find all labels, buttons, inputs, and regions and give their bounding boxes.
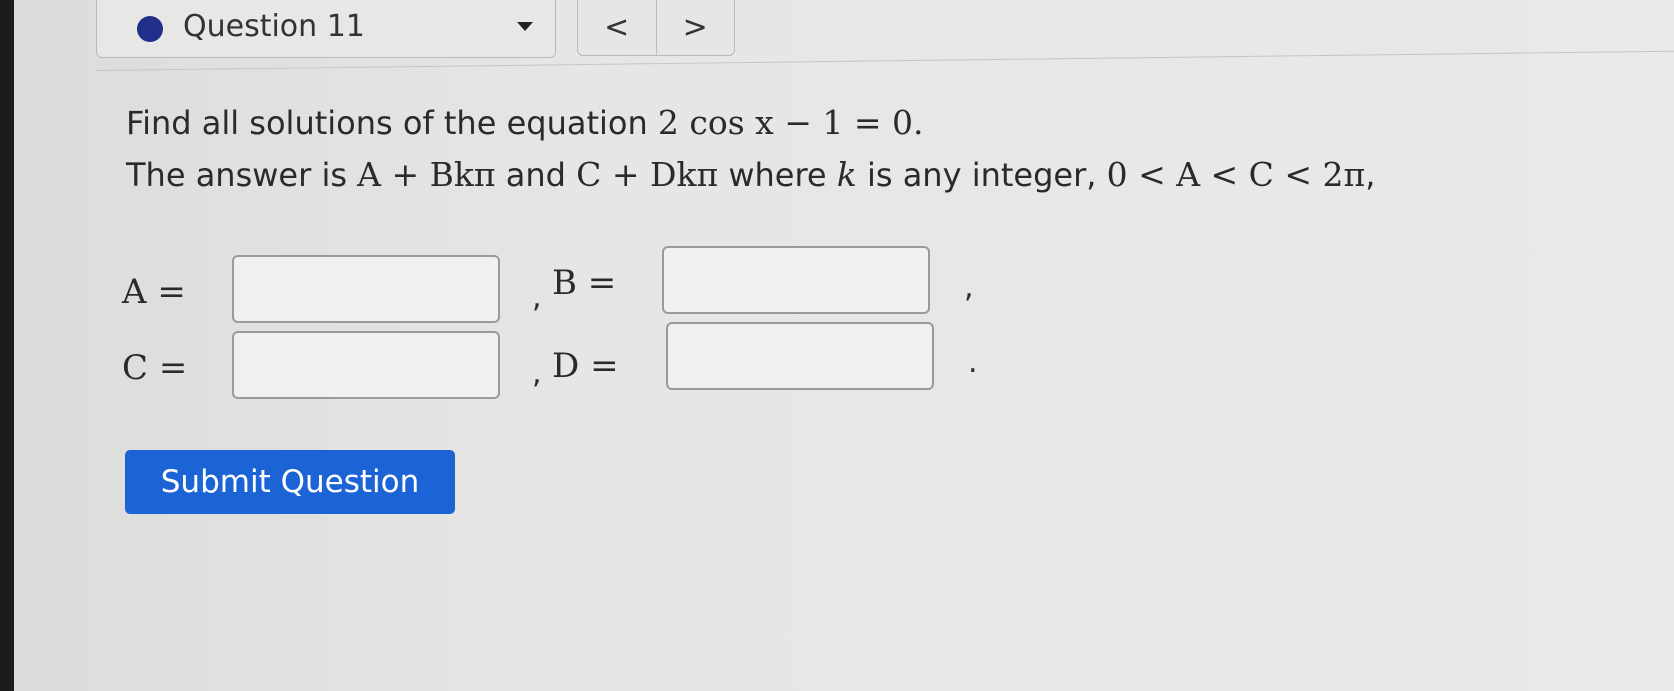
solution-form-c: C + Dkπ <box>576 155 719 194</box>
answer-a-input[interactable] <box>232 255 500 323</box>
answer-d-label: D = <box>552 346 619 386</box>
answer-c-label: C = <box>122 348 188 388</box>
prompt-line-2: The answer is A + Bkπ and C + Dkπ where … <box>126 155 1375 194</box>
question-label: Question 11 <box>183 9 365 44</box>
chevron-right-icon: > <box>682 9 708 45</box>
prompt-text: where <box>718 156 837 194</box>
prompt-text: and <box>495 156 577 194</box>
question-page: Question 11 < > Find all solutions of th… <box>14 0 1674 691</box>
previous-question-button[interactable]: < <box>578 0 656 55</box>
answer-a-label: A = <box>122 272 186 312</box>
answer-b-label: B = <box>552 263 617 303</box>
question-selector[interactable]: Question 11 <box>96 0 556 58</box>
answer-b-input[interactable] <box>662 246 930 314</box>
question-status-icon <box>137 16 163 42</box>
integer-variable: k <box>836 155 857 194</box>
equation: 2 cos x − 1 = 0. <box>657 103 924 142</box>
solution-form-a: A + Bkπ <box>357 155 496 194</box>
answer-d-input[interactable] <box>666 322 934 390</box>
submit-question-button[interactable]: Submit Question <box>125 450 455 514</box>
screen-bezel <box>0 0 14 691</box>
prompt-text: Find all solutions of the equation <box>126 104 658 142</box>
comma-separator: , <box>532 356 542 391</box>
question-navigation: < > <box>577 0 735 56</box>
prompt-text: is any integer, <box>856 156 1107 194</box>
comma-separator: , <box>964 270 974 305</box>
comma-separator: , <box>532 280 542 315</box>
next-question-button[interactable]: > <box>655 0 735 55</box>
range-condition: 0 < A < C < 2π <box>1106 155 1366 194</box>
answer-c-input[interactable] <box>232 331 500 399</box>
chevron-left-icon: < <box>604 9 630 45</box>
prompt-text: The answer is <box>126 156 358 194</box>
prompt-text: , <box>1365 156 1376 194</box>
prompt-line-1: Find all solutions of the equation 2 cos… <box>126 103 924 142</box>
period-terminator: . <box>968 345 978 380</box>
caret-down-icon[interactable] <box>517 22 533 31</box>
